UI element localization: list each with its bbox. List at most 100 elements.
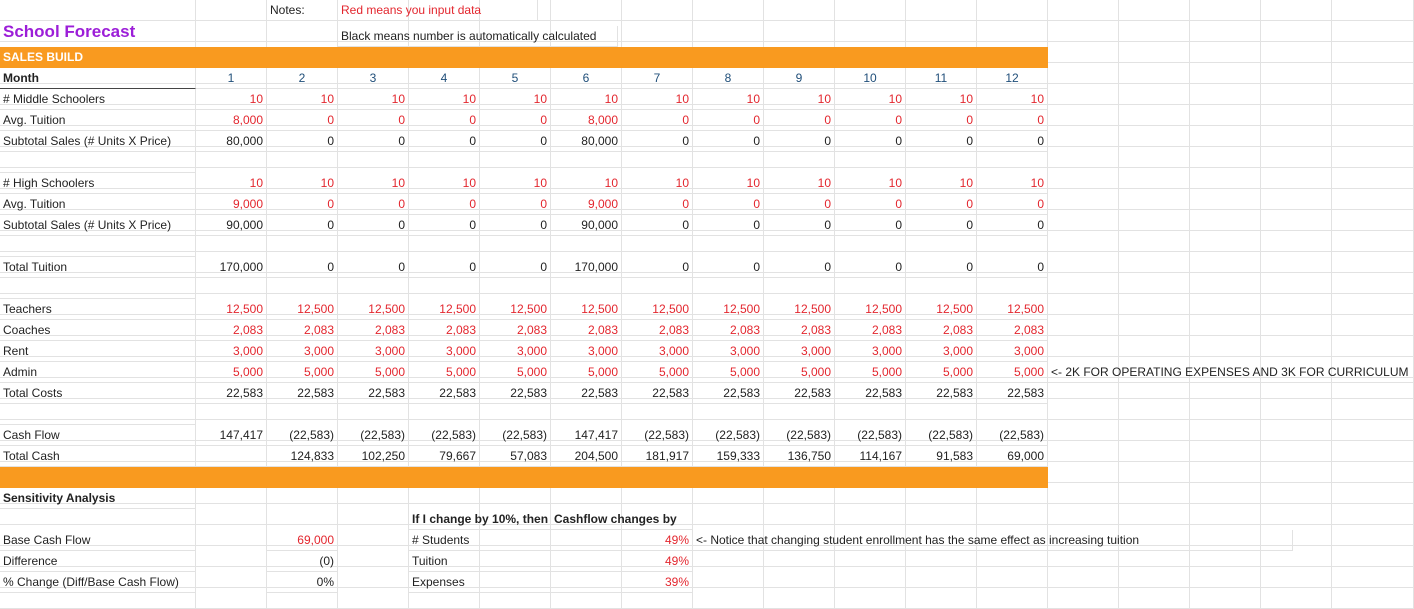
grid-cell[interactable] <box>1332 168 1414 189</box>
grid-cell[interactable] <box>835 504 906 525</box>
grid-cell[interactable] <box>1332 105 1414 126</box>
grid-cell[interactable] <box>1048 42 1119 63</box>
value-cell[interactable]: 0 <box>693 131 764 152</box>
grid-cell[interactable] <box>693 567 764 588</box>
value-cell[interactable]: 12,500 <box>906 299 977 320</box>
grid-cell[interactable] <box>1261 567 1332 588</box>
grid-cell[interactable] <box>1190 588 1261 609</box>
grid-cell[interactable] <box>1119 315 1190 336</box>
grid-cell[interactable] <box>1119 126 1190 147</box>
value-cell[interactable]: 0 <box>267 194 338 215</box>
grid-cell[interactable] <box>338 567 409 588</box>
grid-cell[interactable] <box>1048 63 1119 84</box>
value-cell[interactable]: 147,417 <box>196 425 267 446</box>
grid-cell[interactable] <box>338 504 409 525</box>
value-cell[interactable]: 3,000 <box>338 341 409 362</box>
grid-cell[interactable] <box>1119 84 1190 105</box>
value-cell[interactable]: 3,000 <box>551 341 622 362</box>
value-cell[interactable]: 5,000 <box>338 362 409 383</box>
grid-cell[interactable] <box>1261 462 1332 483</box>
value-cell[interactable]: 0 <box>480 131 551 152</box>
value-cell[interactable]: 159,333 <box>693 446 764 467</box>
value-cell[interactable]: 2,083 <box>196 320 267 341</box>
grid-cell[interactable] <box>977 0 1048 21</box>
grid-cell[interactable] <box>267 504 338 525</box>
value-cell[interactable]: 10 <box>338 173 409 194</box>
grid-cell[interactable] <box>1119 63 1190 84</box>
value-cell[interactable]: 0 <box>764 110 835 131</box>
grid-cell[interactable] <box>906 588 977 609</box>
grid-cell[interactable] <box>1261 210 1332 231</box>
value-cell[interactable]: 10 <box>267 89 338 110</box>
grid-cell[interactable] <box>1332 504 1414 525</box>
grid-cell[interactable] <box>196 21 267 42</box>
grid-cell[interactable] <box>1190 42 1261 63</box>
value-cell[interactable]: 0 <box>977 194 1048 215</box>
grid-cell[interactable] <box>196 546 267 567</box>
grid-cell[interactable] <box>1119 231 1190 252</box>
grid-cell[interactable] <box>1190 273 1261 294</box>
grid-cell[interactable] <box>1119 252 1190 273</box>
grid-cell[interactable] <box>1048 273 1119 294</box>
value-cell[interactable]: 2,083 <box>480 320 551 341</box>
value-cell[interactable]: 124,833 <box>267 446 338 467</box>
grid-cell[interactable] <box>1261 336 1332 357</box>
value-cell[interactable]: 10 <box>764 89 835 110</box>
grid-cell[interactable] <box>1261 42 1332 63</box>
grid-cell[interactable] <box>906 504 977 525</box>
value-cell[interactable]: 10 <box>906 173 977 194</box>
value-cell[interactable]: (22,583) <box>409 425 480 446</box>
value-cell[interactable]: 0 <box>977 110 1048 131</box>
grid-cell[interactable] <box>1119 168 1190 189</box>
grid-cell[interactable] <box>1048 126 1119 147</box>
grid-cell[interactable] <box>1119 21 1190 42</box>
grid-cell[interactable] <box>1332 420 1414 441</box>
grid-cell[interactable] <box>1190 483 1261 504</box>
value-cell[interactable]: 0 <box>977 257 1048 278</box>
value-cell[interactable]: 102,250 <box>338 446 409 467</box>
grid-cell[interactable] <box>1048 441 1119 462</box>
value-cell[interactable]: 3,000 <box>835 341 906 362</box>
grid-cell[interactable] <box>1048 105 1119 126</box>
grid-cell[interactable] <box>1332 546 1414 567</box>
value-cell[interactable]: 0 <box>835 131 906 152</box>
value-cell[interactable]: 3,000 <box>977 341 1048 362</box>
value-cell[interactable]: 0 <box>693 215 764 236</box>
grid-cell[interactable] <box>1261 441 1332 462</box>
value-cell[interactable]: 0 <box>409 131 480 152</box>
grid-cell[interactable] <box>1048 567 1119 588</box>
value-cell[interactable]: 10 <box>835 89 906 110</box>
value-cell[interactable]: 10 <box>409 89 480 110</box>
value-cell[interactable]: 3,000 <box>764 341 835 362</box>
value-cell[interactable]: (22,583) <box>480 425 551 446</box>
grid-cell[interactable] <box>1048 588 1119 609</box>
grid-cell[interactable] <box>1190 210 1261 231</box>
value-cell[interactable]: 22,583 <box>906 383 977 404</box>
value-cell[interactable]: 12,500 <box>409 299 480 320</box>
grid-cell[interactable] <box>1261 399 1332 420</box>
value-cell[interactable]: 114,167 <box>835 446 906 467</box>
grid-cell[interactable] <box>1190 189 1261 210</box>
sensitivity-value[interactable]: 69,000 <box>267 530 338 551</box>
value-cell[interactable]: 2,083 <box>267 320 338 341</box>
sensitivity-pct[interactable]: 49% <box>551 551 693 572</box>
value-cell[interactable]: 0 <box>977 131 1048 152</box>
grid-cell[interactable] <box>835 0 906 21</box>
value-cell[interactable]: 0 <box>267 257 338 278</box>
grid-cell[interactable] <box>1261 273 1332 294</box>
value-cell[interactable]: (22,583) <box>622 425 693 446</box>
value-cell[interactable]: 136,750 <box>764 446 835 467</box>
grid-cell[interactable] <box>1048 483 1119 504</box>
value-cell[interactable]: 0 <box>409 257 480 278</box>
value-cell[interactable]: 22,583 <box>693 383 764 404</box>
grid-cell[interactable] <box>338 525 409 546</box>
value-cell[interactable]: 10 <box>622 173 693 194</box>
grid-cell[interactable] <box>835 21 906 42</box>
grid-cell[interactable] <box>338 588 409 609</box>
value-cell[interactable]: 0 <box>338 131 409 152</box>
value-cell[interactable]: 10 <box>409 173 480 194</box>
value-cell[interactable]: 22,583 <box>338 383 409 404</box>
grid-cell[interactable] <box>1190 84 1261 105</box>
value-cell[interactable]: 2,083 <box>764 320 835 341</box>
value-cell[interactable]: 0 <box>906 131 977 152</box>
